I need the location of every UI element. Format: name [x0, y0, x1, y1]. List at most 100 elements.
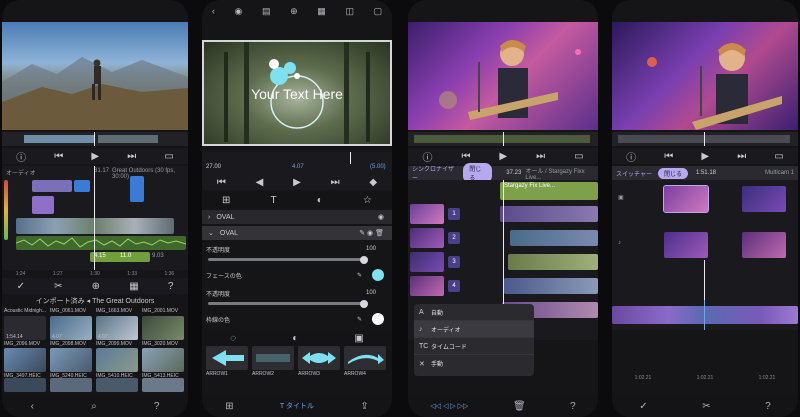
info-icon[interactable]: ⓘ	[626, 149, 636, 164]
angle-thumb[interactable]	[664, 232, 708, 258]
clip-purple-2[interactable]	[32, 196, 54, 214]
eyedropper-icon[interactable]: ✎	[357, 272, 362, 279]
eyedropper-icon[interactable]: ✎	[357, 316, 362, 323]
info-icon[interactable]: ⓘ	[422, 149, 432, 164]
skip-forward-icon[interactable]: ⏭	[536, 151, 545, 162]
play-icon[interactable]: ▶	[293, 177, 301, 188]
edit-icon[interactable]: ✎ ◉ 🗑	[359, 229, 384, 237]
search-icon[interactable]: ⌕	[91, 401, 97, 412]
timeline[interactable]: オーディオ 31.17 Great Outdoors (30 fps, 30:0…	[2, 166, 188, 270]
face-color-swatch[interactable]	[372, 269, 384, 281]
sync-back-icon[interactable]: ◁◁ ◁ ▷ ▷▷	[430, 402, 468, 410]
clip-track-3[interactable]	[508, 254, 598, 270]
opacity-slider-1[interactable]	[208, 255, 368, 264]
star-icon[interactable]: ☆	[363, 195, 372, 206]
add-media-icon[interactable]: ⊞	[225, 401, 233, 412]
multicam-track[interactable]	[612, 300, 798, 330]
clip-track-1[interactable]	[500, 206, 598, 222]
clip-blue-1[interactable]	[74, 180, 90, 192]
info-icon[interactable]: ⓘ	[16, 149, 26, 164]
text-icon[interactable]: T	[271, 195, 277, 206]
export-icon[interactable]: ⇪	[360, 401, 368, 412]
menu-item-audio[interactable]: ♪ オーディオ	[414, 321, 534, 338]
back-icon[interactable]: ‹	[212, 6, 215, 16]
opacity-slider-2[interactable]	[208, 299, 368, 308]
media-thumb[interactable]	[142, 316, 184, 340]
media-thumb[interactable]	[4, 348, 46, 372]
help-icon[interactable]: ?	[570, 401, 576, 412]
menu-item-timecode[interactable]: TC タイムコード	[414, 338, 534, 355]
next-keyframe-icon[interactable]: ⏭	[331, 177, 340, 188]
help-icon[interactable]: ?	[765, 401, 771, 412]
skip-back-icon[interactable]: ⏮	[664, 151, 673, 162]
copy-icon[interactable]: ▢	[374, 6, 383, 17]
menu-item-auto[interactable]: A 自動	[414, 304, 534, 321]
arrow-shape[interactable]	[298, 346, 340, 370]
shape-tab-icon[interactable]: ◌	[230, 333, 236, 344]
add-icon[interactable]: ⊕	[92, 281, 100, 292]
add-icon[interactable]: ⊞	[222, 195, 230, 206]
angle-2[interactable]: 2	[448, 232, 460, 244]
fullscreen-icon[interactable]: ▭	[774, 151, 783, 162]
eye-icon[interactable]: ◉	[378, 213, 384, 221]
library-tab-icon[interactable]: ▣	[354, 333, 363, 344]
clip-purple[interactable]	[32, 180, 72, 192]
angle-thumb[interactable]	[742, 186, 786, 212]
import-bar[interactable]: インポート済み ◂ The Great Outdoors	[2, 296, 188, 306]
eye-icon[interactable]: ◉	[234, 6, 242, 17]
track-thumb[interactable]	[410, 252, 444, 272]
play-icon[interactable]: ▶	[701, 151, 709, 162]
track-thumb[interactable]	[410, 204, 444, 224]
arrow-shape[interactable]	[344, 346, 386, 370]
switcher-grid[interactable]: ▣ ♪	[612, 180, 798, 300]
fullscreen-icon[interactable]: ▭	[164, 151, 173, 162]
media-thumb[interactable]	[96, 348, 138, 372]
arrow-shape[interactable]	[206, 346, 248, 370]
angle-4[interactable]: 4	[448, 280, 460, 292]
menu-item-manual[interactable]: ✕ 手動	[414, 355, 534, 372]
track-thumb[interactable]	[410, 228, 444, 248]
prev-icon[interactable]: ◀	[256, 177, 264, 188]
close-pill[interactable]: 閉じる	[657, 167, 688, 179]
play-icon[interactable]: ▶	[91, 151, 99, 162]
track-thumb[interactable]	[410, 276, 444, 296]
check-icon[interactable]: ✓	[639, 401, 647, 412]
scissors-icon[interactable]: ✂	[54, 281, 62, 292]
border-color-swatch[interactable]	[372, 313, 384, 325]
section-oval-2[interactable]: ⌄ OVAL ✎ ◉ 🗑	[202, 226, 392, 240]
checkmark-icon[interactable]: ✓	[17, 281, 25, 292]
angle-1[interactable]: 1	[448, 208, 460, 220]
scrubber[interactable]	[408, 132, 598, 146]
angle-3[interactable]: 3	[448, 256, 460, 268]
skip-forward-icon[interactable]: ⏭	[127, 151, 136, 162]
play-icon[interactable]: ▶	[499, 151, 507, 162]
scissors-icon[interactable]: ✂	[702, 401, 710, 412]
section-oval-1[interactable]: › OVAL ◉	[202, 210, 392, 224]
media-thumb[interactable]	[142, 348, 184, 372]
clip-blue-2[interactable]	[130, 176, 144, 202]
keyframe-icon[interactable]: ◆	[369, 177, 377, 188]
skip-back-icon[interactable]: ⏮	[461, 151, 470, 162]
clip-video-row[interactable]	[16, 218, 174, 234]
media-thumb[interactable]	[4, 378, 46, 392]
media-thumb[interactable]	[96, 378, 138, 392]
shape-icon[interactable]: ◐	[317, 195, 323, 206]
trash-icon[interactable]: 🗑	[513, 401, 526, 412]
angle-thumb[interactable]	[663, 185, 709, 213]
angle-thumb[interactable]	[742, 232, 786, 258]
title-tab[interactable]: T タイトル	[280, 401, 314, 411]
layers-icon[interactable]: ▤	[262, 6, 271, 17]
stack-icon[interactable]: ◫	[345, 6, 354, 17]
clip-track-4[interactable]	[504, 278, 598, 294]
timeline-scrubber[interactable]	[2, 132, 188, 146]
back-icon[interactable]: ‹	[31, 401, 34, 412]
fullscreen-icon[interactable]: ▭	[574, 151, 583, 162]
skip-back-icon[interactable]: ⏮	[217, 177, 226, 188]
grid-icon[interactable]: ▦	[317, 6, 326, 17]
help-icon[interactable]: ?	[154, 401, 160, 412]
clip-track-2[interactable]	[510, 230, 598, 246]
grid-icon[interactable]: ▦	[129, 281, 138, 292]
skip-back-icon[interactable]: ⏮	[54, 151, 63, 162]
multicam-clip[interactable]	[612, 306, 798, 324]
media-thumb[interactable]	[142, 378, 184, 392]
